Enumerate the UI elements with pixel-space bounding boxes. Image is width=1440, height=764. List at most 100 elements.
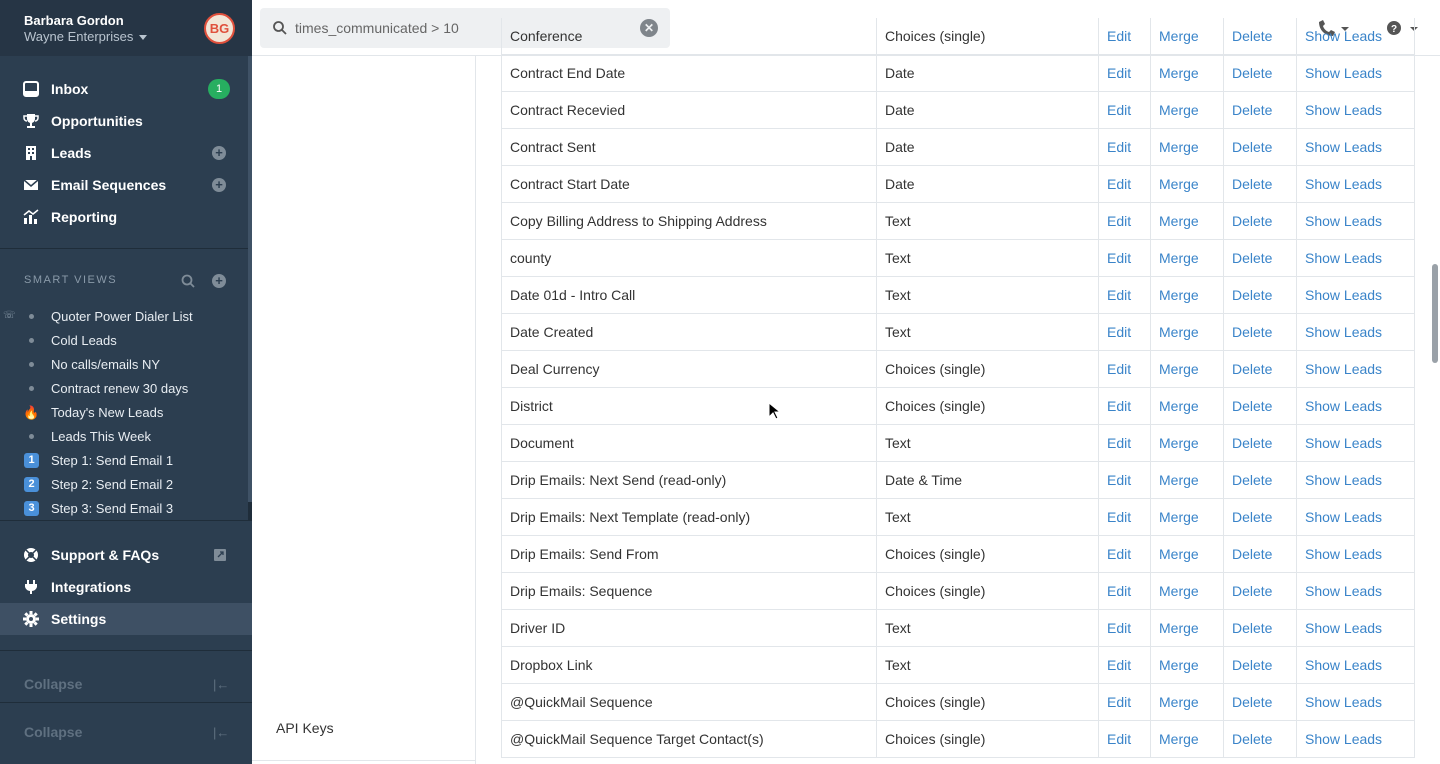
nav-integrations[interactable]: Integrations (0, 571, 252, 603)
smart-view-item[interactable]: Contract renew 30 days (0, 377, 252, 401)
merge-link[interactable]: Merge (1150, 388, 1223, 425)
edit-link[interactable]: Edit (1098, 610, 1150, 647)
show-leads-link[interactable]: Show Leads (1296, 92, 1415, 129)
edit-link[interactable]: Edit (1098, 55, 1150, 92)
org-switcher[interactable]: Wayne Enterprises (24, 29, 148, 44)
merge-link[interactable]: Merge (1150, 18, 1223, 55)
delete-link[interactable]: Delete (1223, 18, 1296, 55)
delete-link[interactable]: Delete (1223, 55, 1296, 92)
show-leads-link[interactable]: Show Leads (1296, 684, 1415, 721)
edit-link[interactable]: Edit (1098, 721, 1150, 758)
merge-link[interactable]: Merge (1150, 610, 1223, 647)
delete-link[interactable]: Delete (1223, 240, 1296, 277)
user-menu[interactable]: Barbara Gordon Wayne Enterprises BG (0, 0, 252, 56)
show-leads-link[interactable]: Show Leads (1296, 425, 1415, 462)
merge-link[interactable]: Merge (1150, 277, 1223, 314)
smart-view-item[interactable]: Quoter Power Dialer List ☏ (0, 305, 252, 329)
show-leads-link[interactable]: Show Leads (1296, 536, 1415, 573)
show-leads-link[interactable]: Show Leads (1296, 240, 1415, 277)
delete-link[interactable]: Delete (1223, 721, 1296, 758)
add-smart-view-icon[interactable]: + (212, 274, 226, 288)
collapse-button[interactable]: Collapse |← (0, 668, 252, 700)
nav-settings[interactable]: Settings (0, 603, 252, 635)
show-leads-link[interactable]: Show Leads (1296, 351, 1415, 388)
delete-link[interactable]: Delete (1223, 536, 1296, 573)
delete-link[interactable]: Delete (1223, 203, 1296, 240)
edit-link[interactable]: Edit (1098, 647, 1150, 684)
edit-link[interactable]: Edit (1098, 18, 1150, 55)
delete-link[interactable]: Delete (1223, 166, 1296, 203)
edit-link[interactable]: Edit (1098, 573, 1150, 610)
show-leads-link[interactable]: Show Leads (1296, 462, 1415, 499)
delete-link[interactable]: Delete (1223, 277, 1296, 314)
edit-link[interactable]: Edit (1098, 425, 1150, 462)
delete-link[interactable]: Delete (1223, 351, 1296, 388)
merge-link[interactable]: Merge (1150, 129, 1223, 166)
merge-link[interactable]: Merge (1150, 499, 1223, 536)
show-leads-link[interactable]: Show Leads (1296, 499, 1415, 536)
edit-link[interactable]: Edit (1098, 277, 1150, 314)
merge-link[interactable]: Merge (1150, 536, 1223, 573)
delete-link[interactable]: Delete (1223, 610, 1296, 647)
merge-link[interactable]: Merge (1150, 462, 1223, 499)
delete-link[interactable]: Delete (1223, 129, 1296, 166)
nav-reporting[interactable]: Reporting (0, 201, 252, 233)
delete-link[interactable]: Delete (1223, 684, 1296, 721)
nav-opportunities[interactable]: Opportunities (0, 105, 252, 137)
smart-view-item[interactable]: No calls/emails NY (0, 353, 252, 377)
delete-link[interactable]: Delete (1223, 462, 1296, 499)
smart-view-item[interactable]: Cold Leads (0, 329, 252, 353)
smart-view-item[interactable]: 2 Step 2: Send Email 2 (0, 473, 252, 497)
edit-link[interactable]: Edit (1098, 240, 1150, 277)
smart-view-item[interactable]: Leads This Week (0, 425, 252, 449)
show-leads-link[interactable]: Show Leads (1296, 388, 1415, 425)
show-leads-link[interactable]: Show Leads (1296, 277, 1415, 314)
delete-link[interactable]: Delete (1223, 388, 1296, 425)
show-leads-link[interactable]: Show Leads (1296, 129, 1415, 166)
delete-link[interactable]: Delete (1223, 573, 1296, 610)
edit-link[interactable]: Edit (1098, 166, 1150, 203)
merge-link[interactable]: Merge (1150, 203, 1223, 240)
merge-link[interactable]: Merge (1150, 240, 1223, 277)
merge-link[interactable]: Merge (1150, 573, 1223, 610)
merge-link[interactable]: Merge (1150, 684, 1223, 721)
merge-link[interactable]: Merge (1150, 92, 1223, 129)
delete-link[interactable]: Delete (1223, 425, 1296, 462)
smart-view-item[interactable]: 3 Step 3: Send Email 3 (0, 497, 252, 521)
merge-link[interactable]: Merge (1150, 314, 1223, 351)
smart-view-item[interactable]: 🔥 Today's New Leads (0, 401, 252, 425)
show-leads-link[interactable]: Show Leads (1296, 314, 1415, 351)
show-leads-link[interactable]: Show Leads (1296, 573, 1415, 610)
page-scrollbar-thumb[interactable] (1432, 264, 1438, 363)
delete-link[interactable]: Delete (1223, 647, 1296, 684)
smart-view-item[interactable]: 1 Step 1: Send Email 1 (0, 449, 252, 473)
show-leads-link[interactable]: Show Leads (1296, 203, 1415, 240)
merge-link[interactable]: Merge (1150, 425, 1223, 462)
delete-link[interactable]: Delete (1223, 314, 1296, 351)
merge-link[interactable]: Merge (1150, 351, 1223, 388)
show-leads-link[interactable]: Show Leads (1296, 721, 1415, 758)
collapse-button[interactable]: Collapse |← (0, 716, 252, 748)
show-leads-link[interactable]: Show Leads (1296, 55, 1415, 92)
nav-inbox[interactable]: Inbox 1 (0, 73, 252, 105)
merge-link[interactable]: Merge (1150, 647, 1223, 684)
merge-link[interactable]: Merge (1150, 55, 1223, 92)
edit-link[interactable]: Edit (1098, 388, 1150, 425)
edit-link[interactable]: Edit (1098, 462, 1150, 499)
show-leads-link[interactable]: Show Leads (1296, 647, 1415, 684)
edit-link[interactable]: Edit (1098, 499, 1150, 536)
nav-support[interactable]: Support & FAQs (0, 539, 252, 571)
edit-link[interactable]: Edit (1098, 314, 1150, 351)
merge-link[interactable]: Merge (1150, 721, 1223, 758)
nav-email-sequences[interactable]: Email Sequences + (0, 169, 252, 201)
search-icon[interactable] (181, 274, 195, 288)
avatar[interactable]: BG (204, 13, 235, 44)
delete-link[interactable]: Delete (1223, 499, 1296, 536)
add-lead-icon[interactable]: + (212, 146, 226, 160)
edit-link[interactable]: Edit (1098, 203, 1150, 240)
show-leads-link[interactable]: Show Leads (1296, 610, 1415, 647)
edit-link[interactable]: Edit (1098, 684, 1150, 721)
merge-link[interactable]: Merge (1150, 166, 1223, 203)
show-leads-link[interactable]: Show Leads (1296, 18, 1415, 55)
show-leads-link[interactable]: Show Leads (1296, 166, 1415, 203)
